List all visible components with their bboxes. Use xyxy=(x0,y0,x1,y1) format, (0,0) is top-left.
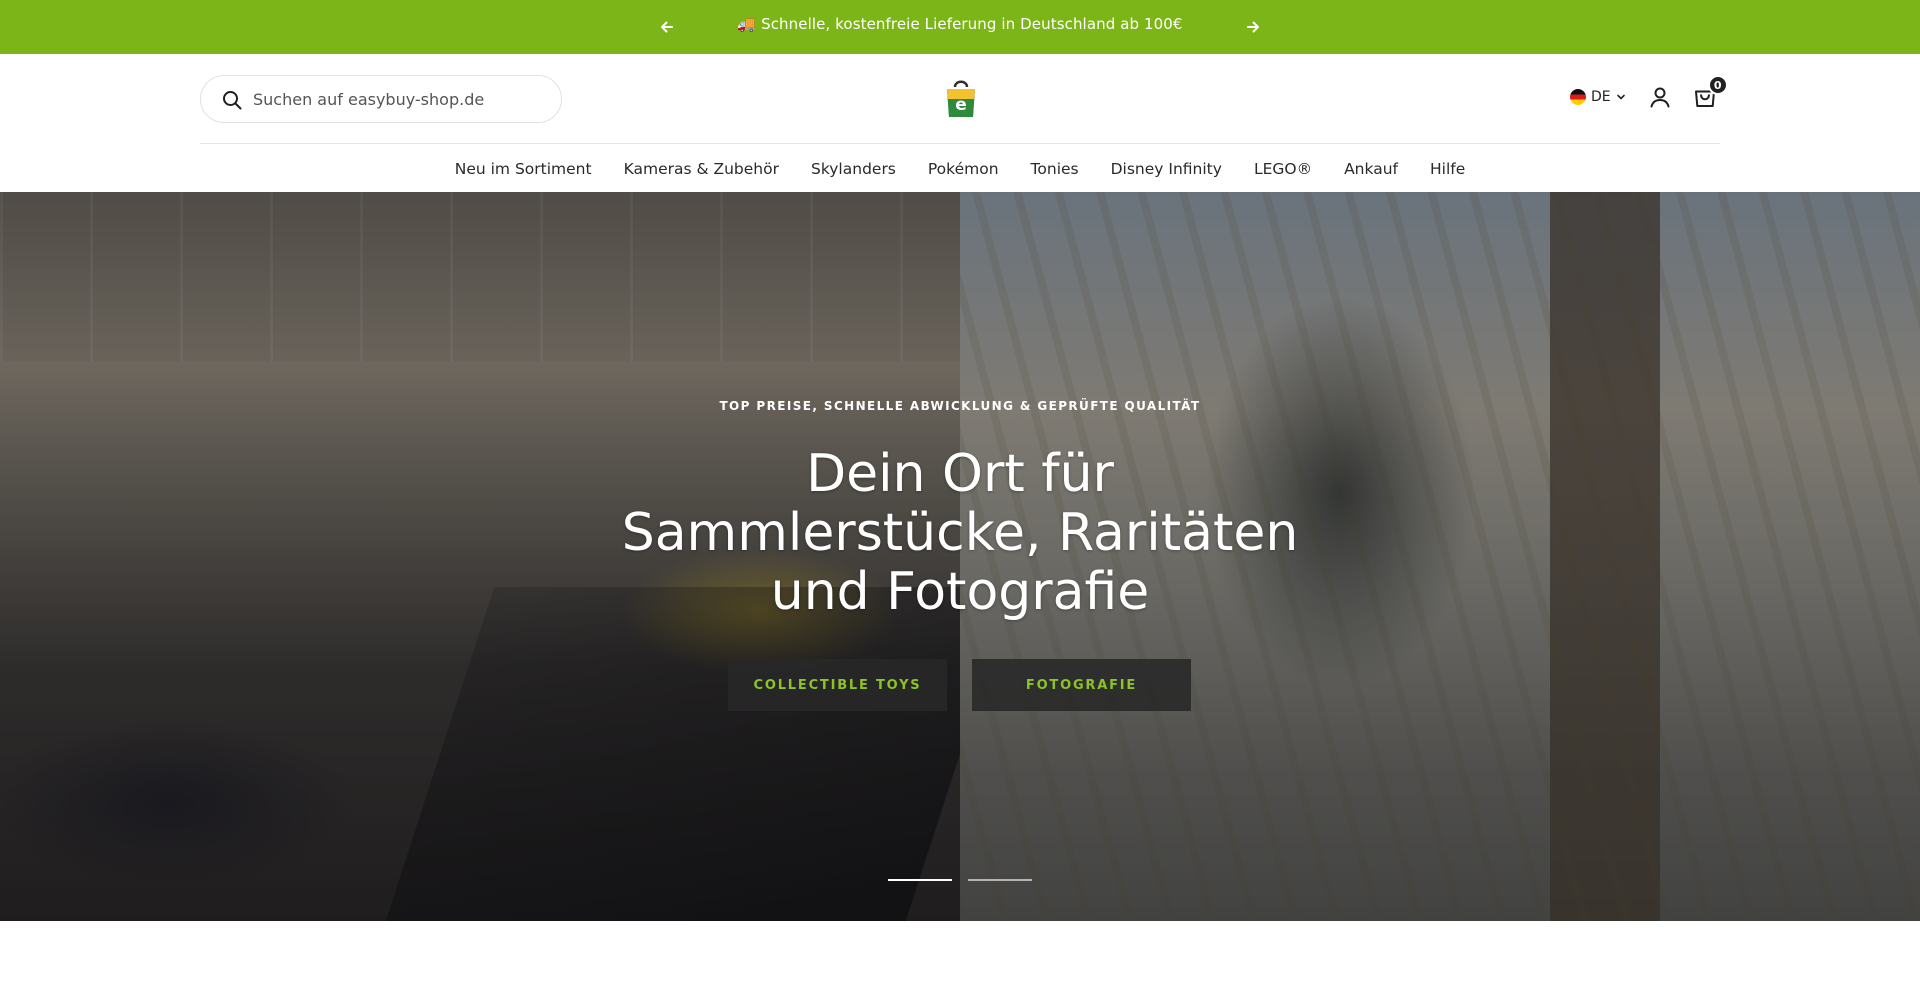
site-logo[interactable]: e xyxy=(944,77,978,119)
german-flag-icon xyxy=(1570,89,1586,105)
hero-title-line-3: und Fotografie xyxy=(770,562,1150,622)
search-box[interactable] xyxy=(200,75,562,123)
hero-title-line-2: Sammlerstücke, Raritäten xyxy=(621,503,1299,563)
shopping-bag-logo-icon: e xyxy=(947,80,975,117)
search-icon xyxy=(223,91,242,110)
nav-item-kameras[interactable]: Kameras & Zubehör xyxy=(608,154,795,184)
fotografie-button[interactable]: FOTOGRAFIE xyxy=(972,659,1191,711)
language-label: DE xyxy=(1591,89,1611,105)
nav-item-hilfe[interactable]: Hilfe xyxy=(1414,154,1481,184)
announcement-text: 🚚 Schnelle, kostenfreie Lieferung in Deu… xyxy=(737,15,1183,33)
slide-dot-2[interactable] xyxy=(968,879,1032,881)
header-divider xyxy=(200,143,1720,144)
user-account-icon[interactable] xyxy=(1648,85,1672,109)
hero-title-line-1: Dein Ort für xyxy=(806,444,1114,504)
cart-button[interactable]: 0 xyxy=(1692,75,1728,110)
hero-subtitle: TOP PREISE, SCHNELLE ABWICKLUNG & GEPRÜF… xyxy=(719,399,1201,413)
hero-slideshow: TOP PREISE, SCHNELLE ABWICKLUNG & GEPRÜF… xyxy=(0,192,1920,921)
search-input[interactable] xyxy=(251,76,551,122)
hero-title: Dein Ort für Sammlerstücke, Raritäten un… xyxy=(560,445,1360,622)
nav-item-pokemon[interactable]: Pokémon xyxy=(912,154,1015,184)
language-selector[interactable]: DE xyxy=(1570,89,1626,105)
slideshow-pagination xyxy=(888,879,1032,881)
nav-item-ankauf[interactable]: Ankauf xyxy=(1328,154,1414,184)
collectible-toys-button[interactable]: COLLECTIBLE TOYS xyxy=(728,659,947,711)
arrow-right-icon xyxy=(1247,21,1259,33)
nav-item-lego[interactable]: LEGO® xyxy=(1238,154,1328,184)
nav-item-tonies[interactable]: Tonies xyxy=(1015,154,1095,184)
nav-item-neu[interactable]: Neu im Sortiment xyxy=(439,154,608,184)
header-actions: DE 0 xyxy=(1570,75,1728,112)
announcement-next-button[interactable] xyxy=(1243,17,1263,37)
main-navigation: Neu im Sortiment Kameras & Zubehör Skyla… xyxy=(0,154,1920,184)
logo-letter: e xyxy=(955,95,967,115)
announcement-bar: 🚚 Schnelle, kostenfreie Lieferung in Deu… xyxy=(0,0,1920,54)
nav-item-disney-infinity[interactable]: Disney Infinity xyxy=(1095,154,1238,184)
cart-count-badge: 0 xyxy=(1707,75,1728,95)
chevron-down-icon xyxy=(1616,94,1625,100)
site-header: e DE 0 Neu im Sortiment Kameras & Zubehö… xyxy=(0,54,1920,192)
nav-item-skylanders[interactable]: Skylanders xyxy=(795,154,912,184)
slide-dot-1[interactable] xyxy=(888,879,952,881)
